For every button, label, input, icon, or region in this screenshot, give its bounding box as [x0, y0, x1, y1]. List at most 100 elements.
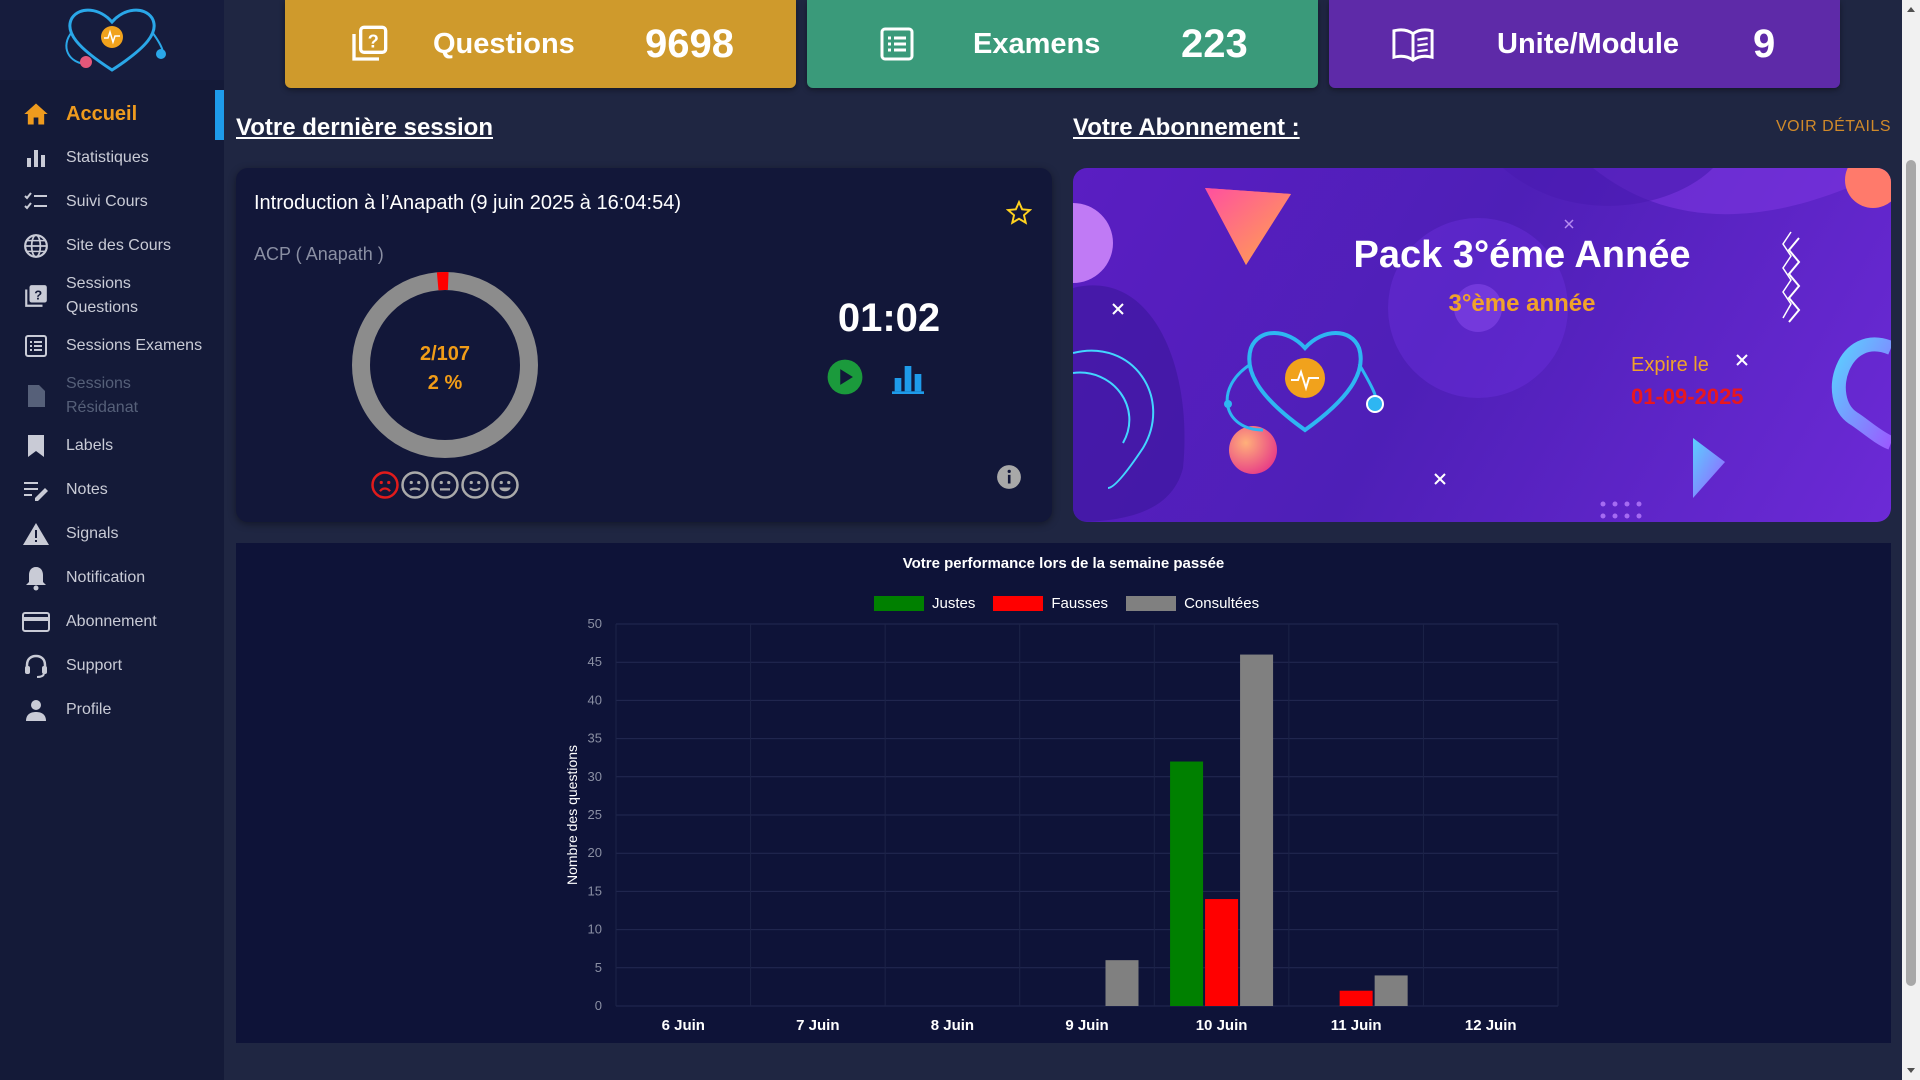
y-tick-label: 20 [588, 845, 602, 860]
sidebar-item-suivi-cours[interactable]: Suivi Cours [0, 180, 224, 224]
question-book-icon: ? [22, 282, 50, 310]
neutral-face-icon[interactable] [430, 470, 460, 505]
x-tick-label: 8 Juin [931, 1017, 974, 1034]
sidebar-item-abonnement[interactable]: Abonnement [0, 600, 224, 644]
sidebar-item-notes[interactable]: Notes [0, 468, 224, 512]
sidebar-item-notification[interactable]: Notification [0, 556, 224, 600]
scroll-down-arrow-icon[interactable] [1902, 1064, 1920, 1078]
sidebar-menu: Accueil Statistiques Suivi Cours Site de… [0, 90, 224, 732]
sidebar-item-label: Profile [66, 701, 112, 718]
stat-card-questions[interactable]: ? Questions 9698 [285, 0, 796, 88]
sidebar-item-sessions-questions[interactable]: ? Sessions Questions [0, 268, 160, 324]
progress-ratio: 2/107 2 % [350, 340, 540, 398]
y-tick-label: 35 [588, 731, 602, 746]
expire-date: 01-09-2025 [1631, 384, 1744, 409]
bar-consultées [1105, 960, 1139, 1006]
svg-text:?: ? [368, 30, 379, 51]
voir-details-link[interactable]: VOIR DÉTAILS [1776, 118, 1891, 136]
happy-face-icon[interactable] [460, 470, 490, 505]
sidebar-item-accueil[interactable]: Accueil [0, 90, 224, 140]
play-icon[interactable] [826, 358, 864, 401]
question-book-icon: ? [347, 24, 391, 64]
sidebar-item-labels[interactable]: Labels [0, 424, 224, 468]
sidebar-item-label: Sessions Examens [66, 337, 203, 354]
last-session-card[interactable]: Introduction à l’Anapath (9 juin 2025 à … [236, 168, 1052, 522]
sidebar-item-label: Support [66, 657, 123, 674]
sidebar-item-label: Accueil [66, 103, 138, 125]
sidebar-item-profile[interactable]: Profile [0, 688, 224, 732]
stat-value: 223 [1181, 21, 1248, 66]
sidebar-item-site-des-cours[interactable]: Site des Cours [0, 224, 224, 268]
open-book-icon [1391, 26, 1435, 62]
stat-value: 9698 [645, 21, 734, 66]
stat-label: Unite/Module [1497, 27, 1680, 60]
sidebar-item-label: Labels [66, 437, 114, 454]
very-happy-face-icon[interactable] [490, 470, 520, 505]
list-icon [22, 332, 50, 360]
info-icon[interactable] [996, 464, 1022, 495]
y-tick-label: 0 [595, 998, 602, 1013]
y-tick-label: 45 [588, 654, 602, 669]
expire-label: Expire le [1631, 354, 1709, 376]
scrollbar-thumb[interactable] [1906, 160, 1916, 986]
sidebar-item-sessions-examens[interactable]: Sessions Examens [0, 324, 224, 368]
sidebar-item-label: Statistiques [66, 149, 149, 166]
sidebar-item-label: Notification [66, 569, 146, 586]
bookmark-icon [22, 432, 50, 460]
y-tick-label: 50 [588, 616, 602, 631]
bar-fausses [1205, 899, 1239, 1006]
page-scrollbar[interactable] [1902, 0, 1920, 1080]
sidebar-item-label: Notes [66, 481, 108, 498]
stat-label: Examens [973, 27, 1101, 60]
subscription-banner[interactable]: Pack 3°éme Année 3°ème année Expire le 0… [1073, 168, 1891, 522]
session-module: ACP ( Anapath ) [254, 244, 384, 264]
x-tick-label: 12 Juin [1465, 1017, 1517, 1034]
sidebar-item-label: Site des Cours [66, 237, 171, 254]
banner-decoration [1073, 168, 1891, 522]
sidebar-item-support[interactable]: Support [0, 644, 224, 688]
bar-consultées [1240, 654, 1274, 1006]
stat-label: Questions [433, 27, 575, 60]
stat-card-examens[interactable]: Examens 223 [807, 0, 1318, 88]
sad-face-icon[interactable] [400, 470, 430, 505]
star-icon[interactable] [1005, 199, 1033, 231]
progress-count: 2/107 [419, 343, 471, 365]
x-tick-label: 6 Juin [662, 1017, 705, 1034]
stat-card-unite-module[interactable]: Unite/Module 9 [1329, 0, 1840, 88]
x-tick-label: 7 Juin [796, 1017, 839, 1034]
sidebar-item-label: Signals [66, 525, 119, 542]
stats-icon[interactable] [892, 362, 924, 399]
last-session-heading: Votre dernière session [236, 114, 493, 141]
subscription-heading: Votre Abonnement : [1073, 114, 1300, 141]
sidebar-item-signals[interactable]: Signals [0, 512, 224, 556]
pack-title: Pack 3°éme Année [1353, 234, 1691, 276]
session-title: Introduction à l’Anapath (9 juin 2025 à … [254, 192, 681, 214]
home-icon [22, 100, 50, 128]
very-sad-face-icon[interactable] [370, 470, 400, 505]
svg-text:?: ? [34, 287, 42, 302]
pack-year: 3°ème année [1448, 290, 1596, 317]
chart-plot: 0 5 10 15 20 25 30 35 40 45 50 6 Juin 7 Juin 8 Juin 9 … [564, 616, 1559, 1034]
x-tick-label: 10 Juin [1196, 1017, 1248, 1034]
scroll-up-arrow-icon[interactable] [1902, 2, 1920, 16]
x-tick-label: 9 Juin [1065, 1017, 1108, 1034]
sidebar-item-label: Abonnement [66, 613, 157, 630]
credit-card-icon [22, 608, 50, 636]
progress-percent: 2 % [427, 372, 463, 394]
x-tick-label: 11 Juin [1331, 1017, 1382, 1034]
bar-fausses [1339, 990, 1373, 1006]
app-logo[interactable] [0, 0, 224, 80]
sidebar-item-statistiques[interactable]: Statistiques [0, 136, 224, 180]
active-indicator [215, 90, 224, 140]
bar-consultées [1374, 975, 1408, 1006]
y-tick-label: 40 [588, 692, 602, 707]
bell-icon [22, 564, 50, 592]
sidebar-item-label: Sessions Questions [66, 275, 139, 316]
sidebar: Accueil Statistiques Suivi Cours Site de… [0, 0, 224, 1080]
bar-justes [1170, 761, 1204, 1006]
y-tick-label: 10 [588, 922, 602, 937]
y-tick-label: 25 [588, 807, 602, 822]
y-axis-label: Nombre des questions [564, 745, 580, 885]
weekly-performance-chart: Votre performance lors de la semaine pas… [236, 543, 1891, 1043]
document-icon [22, 382, 50, 410]
